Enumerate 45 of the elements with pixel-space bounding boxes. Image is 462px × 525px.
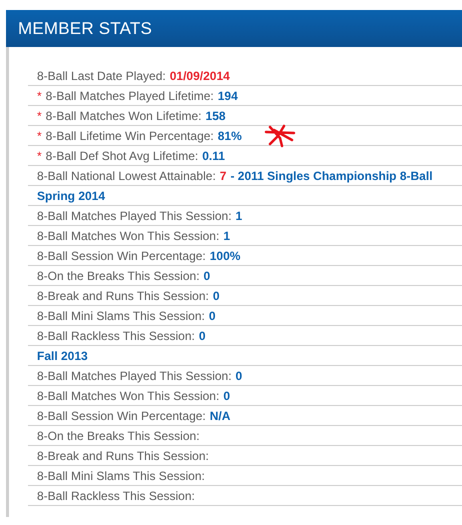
session-heading: Fall 2013 — [37, 348, 88, 362]
stat-value: N/A — [210, 408, 230, 422]
session-heading: Spring 2014 — [37, 188, 106, 202]
stat-label: 8-Ball Rackless This Session: — [37, 488, 195, 502]
required-asterisk: * — [37, 148, 42, 162]
stat-label: 8-On the Breaks This Session: — [37, 268, 200, 282]
stat-label: 8-Ball Session Win Percentage: — [37, 408, 206, 422]
required-asterisk: * — [37, 88, 42, 102]
stat-value: 0 — [223, 388, 230, 402]
stat-label: 8-Ball Matches Played This Session: — [37, 208, 232, 222]
stat-value: 0 — [236, 368, 242, 382]
stat-value: 7 — [220, 168, 226, 182]
stat-label: 8-Ball Mini Slams This Session: — [37, 308, 205, 322]
stat-label: 8-Ball Matches Played This Session: — [37, 368, 232, 382]
stat-value: 1 — [223, 228, 230, 242]
star-scribble-icon — [264, 124, 298, 148]
stat-value: 158 — [206, 108, 226, 122]
stat-value: 1 — [236, 208, 242, 222]
required-asterisk: * — [37, 128, 42, 142]
stat-value: 100% — [210, 248, 240, 262]
stat-value: 0 — [204, 268, 210, 282]
stat-value: - 2011 Singles Championship 8-Ball — [230, 168, 433, 182]
stat-value: 0 — [198, 328, 206, 342]
stat-value: 0.11 — [202, 148, 225, 162]
required-asterisk: * — [37, 108, 42, 122]
section-title: MEMBER STATS — [18, 18, 152, 38]
stat-value: 0 — [212, 288, 220, 302]
stat-label: 8-Ball Matches Won This Session: — [37, 388, 220, 402]
stat-value: 01/09/2014 — [170, 68, 230, 82]
stat-label: 8-Ball National Lowest Attainable: — [37, 168, 216, 182]
stat-label: 8-Break and Runs This Session: — [37, 448, 209, 462]
stat-label: 8-Ball Last Date Played: — [37, 68, 166, 82]
stat-label: 8-Ball Lifetime Win Percentage: — [46, 128, 214, 142]
stat-label: 8-Ball Matches Played Lifetime: — [46, 88, 214, 102]
stat-label: 8-Break and Runs This Session: — [37, 288, 209, 302]
stat-label: 8-Ball Def Shot Avg Lifetime: — [46, 148, 198, 162]
stat-value: 0 — [208, 308, 216, 322]
stat-value: 81% — [218, 128, 242, 142]
stat-value: 194 — [218, 88, 238, 102]
stat-label: 8-Ball Session Win Percentage: — [37, 248, 206, 262]
stat-label: 8-On the Breaks This Session: — [37, 428, 200, 442]
stat-label: 8-Ball Matches Won Lifetime: — [46, 108, 202, 122]
stat-label: 8-Ball Matches Won This Session: — [37, 228, 220, 242]
stat-label: 8-Ball Rackless This Session: — [37, 328, 195, 342]
stat-label: 8-Ball Mini Slams This Session: — [37, 468, 205, 482]
